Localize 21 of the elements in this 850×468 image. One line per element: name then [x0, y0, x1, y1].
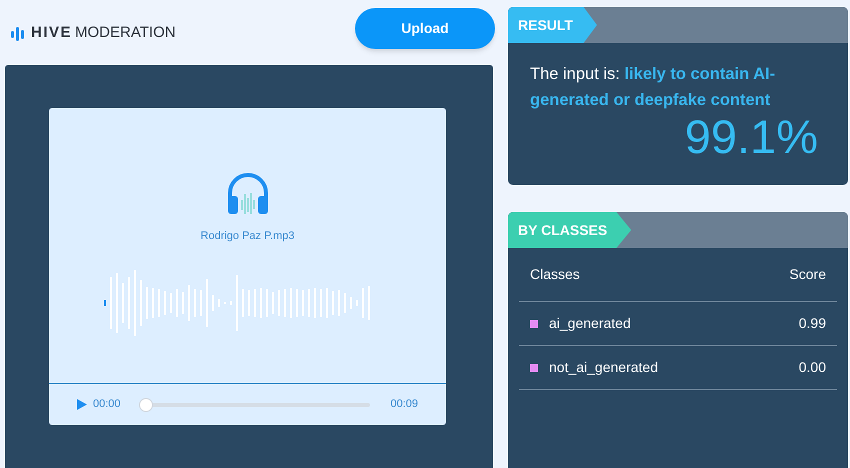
result-tag: RESULT: [508, 7, 597, 43]
duration: 00:09: [390, 397, 418, 412]
logo-brand: HIVE: [31, 23, 72, 44]
column-header: Classes: [530, 265, 580, 284]
file-name: Rodrigo Paz P.mp3: [200, 229, 294, 244]
logo-icon: [11, 26, 25, 40]
upload-button[interactable]: Upload: [355, 8, 495, 49]
seek-track[interactable]: [138, 398, 370, 412]
class-score: 0.00: [798, 358, 826, 377]
play-icon[interactable]: [77, 399, 87, 410]
seek-thumb[interactable]: [138, 398, 153, 412]
class-score: 0.99: [798, 314, 826, 333]
logo-product: MODERATION: [75, 23, 176, 44]
column-header: Score: [789, 265, 826, 284]
classes-tag: BY CLASSES: [508, 212, 632, 248]
current-time: 00:00: [92, 397, 122, 412]
headphones-icon: [226, 172, 270, 214]
class-name: not_ai_generated: [549, 358, 659, 377]
result-percent: 99.1%: [684, 113, 818, 161]
class-name: ai_generated: [549, 314, 632, 333]
result-text: The input is: likely to contain AI-generated or deepfake content: [529, 64, 776, 111]
